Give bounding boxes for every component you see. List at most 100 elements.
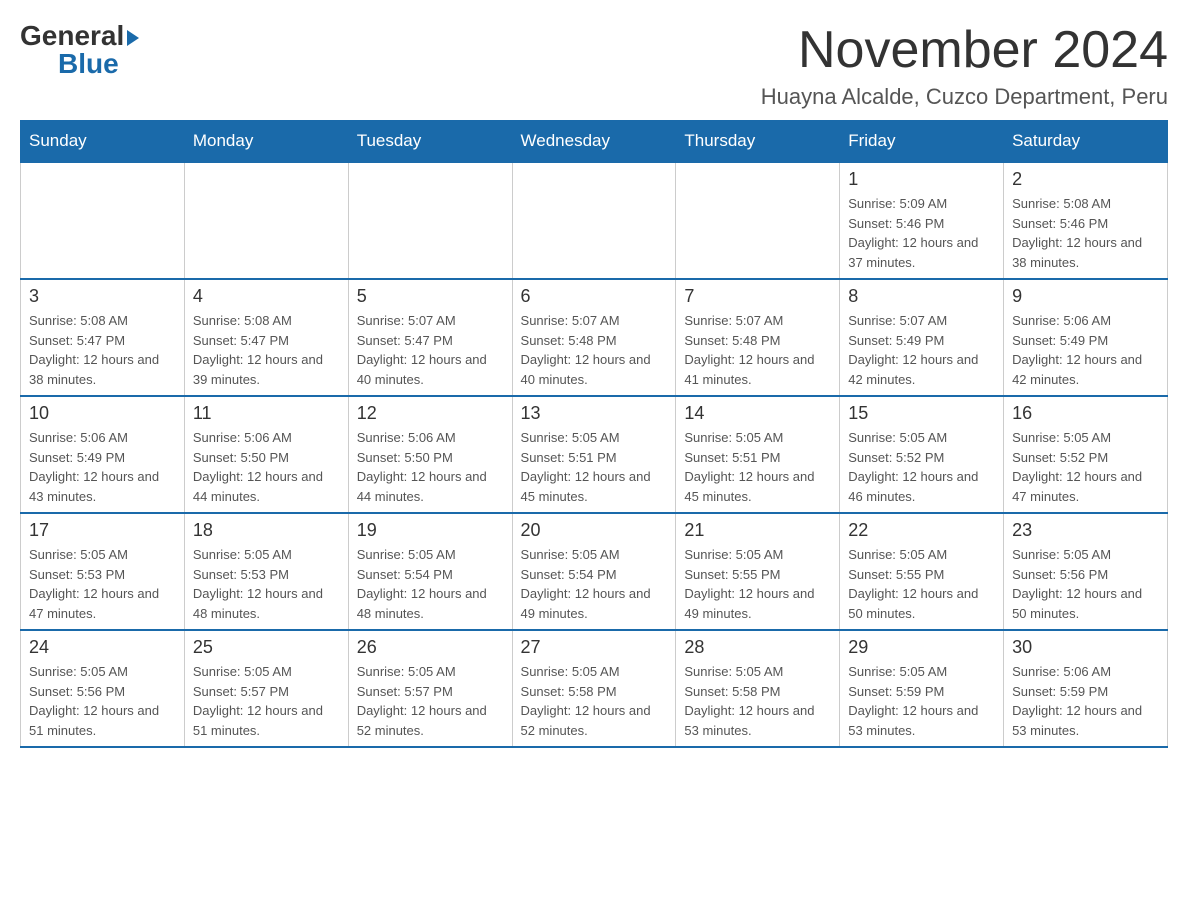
day-info: Sunrise: 5:07 AM Sunset: 5:49 PM Dayligh… (848, 311, 995, 389)
calendar-header-sunday: Sunday (21, 121, 185, 163)
day-info: Sunrise: 5:05 AM Sunset: 5:57 PM Dayligh… (357, 662, 504, 740)
day-info: Sunrise: 5:06 AM Sunset: 5:50 PM Dayligh… (357, 428, 504, 506)
day-info: Sunrise: 5:05 AM Sunset: 5:52 PM Dayligh… (1012, 428, 1159, 506)
page-header: General Blue November 2024 Huayna Alcald… (20, 20, 1168, 110)
logo: General Blue (20, 20, 139, 80)
calendar-header-tuesday: Tuesday (348, 121, 512, 163)
day-info: Sunrise: 5:07 AM Sunset: 5:47 PM Dayligh… (357, 311, 504, 389)
day-number: 23 (1012, 520, 1159, 541)
day-number: 17 (29, 520, 176, 541)
calendar-cell (184, 162, 348, 279)
calendar-cell: 22 Sunrise: 5:05 AM Sunset: 5:55 PM Dayli… (840, 513, 1004, 630)
calendar-cell: 8Sunrise: 5:07 AM Sunset: 5:49 PM Daylig… (840, 279, 1004, 396)
calendar-cell: 3 Sunrise: 5:08 AM Sunset: 5:47 PM Daylig… (21, 279, 185, 396)
day-info: Sunrise: 5:08 AM Sunset: 5:47 PM Dayligh… (193, 311, 340, 389)
day-number: 30 (1012, 637, 1159, 658)
day-info: Sunrise: 5:05 AM Sunset: 5:52 PM Dayligh… (848, 428, 995, 506)
calendar-cell (348, 162, 512, 279)
day-info: Sunrise: 5:05 AM Sunset: 5:54 PM Dayligh… (521, 545, 668, 623)
calendar-cell: 20 Sunrise: 5:05 AM Sunset: 5:54 PM Dayli… (512, 513, 676, 630)
calendar-table: SundayMondayTuesdayWednesdayThursdayFrid… (20, 120, 1168, 748)
day-info: Sunrise: 5:06 AM Sunset: 5:49 PM Dayligh… (1012, 311, 1159, 389)
day-info: Sunrise: 5:08 AM Sunset: 5:46 PM Dayligh… (1012, 194, 1159, 272)
logo-triangle-icon (127, 30, 139, 46)
day-number: 29 (848, 637, 995, 658)
calendar-cell: 4 Sunrise: 5:08 AM Sunset: 5:47 PM Daylig… (184, 279, 348, 396)
day-number: 21 (684, 520, 831, 541)
calendar-header-thursday: Thursday (676, 121, 840, 163)
day-number: 11 (193, 403, 340, 424)
day-info: Sunrise: 5:05 AM Sunset: 5:55 PM Dayligh… (684, 545, 831, 623)
day-info: Sunrise: 5:05 AM Sunset: 5:53 PM Dayligh… (193, 545, 340, 623)
day-number: 12 (357, 403, 504, 424)
calendar-cell: 6 Sunrise: 5:07 AM Sunset: 5:48 PM Daylig… (512, 279, 676, 396)
calendar-cell: 5 Sunrise: 5:07 AM Sunset: 5:47 PM Daylig… (348, 279, 512, 396)
calendar-header-friday: Friday (840, 121, 1004, 163)
day-number: 26 (357, 637, 504, 658)
location-title: Huayna Alcalde, Cuzco Department, Peru (761, 84, 1168, 110)
logo-blue-text: Blue (58, 48, 139, 80)
calendar-cell: 26 Sunrise: 5:05 AM Sunset: 5:57 PM Dayli… (348, 630, 512, 747)
day-number: 25 (193, 637, 340, 658)
day-info: Sunrise: 5:06 AM Sunset: 5:50 PM Dayligh… (193, 428, 340, 506)
day-number: 28 (684, 637, 831, 658)
calendar-cell: 18 Sunrise: 5:05 AM Sunset: 5:53 PM Dayli… (184, 513, 348, 630)
day-number: 2 (1012, 169, 1159, 190)
day-info: Sunrise: 5:05 AM Sunset: 5:51 PM Dayligh… (684, 428, 831, 506)
day-number: 7 (684, 286, 831, 307)
day-info: Sunrise: 5:05 AM Sunset: 5:57 PM Dayligh… (193, 662, 340, 740)
calendar-cell: 16 Sunrise: 5:05 AM Sunset: 5:52 PM Dayli… (1004, 396, 1168, 513)
calendar-cell: 23 Sunrise: 5:05 AM Sunset: 5:56 PM Dayli… (1004, 513, 1168, 630)
calendar-week-row: 1Sunrise: 5:09 AM Sunset: 5:46 PM Daylig… (21, 162, 1168, 279)
calendar-week-row: 10 Sunrise: 5:06 AM Sunset: 5:49 PM Dayli… (21, 396, 1168, 513)
calendar-cell: 21 Sunrise: 5:05 AM Sunset: 5:55 PM Dayli… (676, 513, 840, 630)
calendar-cell: 11 Sunrise: 5:06 AM Sunset: 5:50 PM Dayli… (184, 396, 348, 513)
day-info: Sunrise: 5:05 AM Sunset: 5:58 PM Dayligh… (684, 662, 831, 740)
day-info: Sunrise: 5:06 AM Sunset: 5:49 PM Dayligh… (29, 428, 176, 506)
day-info: Sunrise: 5:07 AM Sunset: 5:48 PM Dayligh… (684, 311, 831, 389)
day-info: Sunrise: 5:08 AM Sunset: 5:47 PM Dayligh… (29, 311, 176, 389)
calendar-week-row: 17 Sunrise: 5:05 AM Sunset: 5:53 PM Dayli… (21, 513, 1168, 630)
day-info: Sunrise: 5:05 AM Sunset: 5:55 PM Dayligh… (848, 545, 995, 623)
calendar-cell: 29Sunrise: 5:05 AM Sunset: 5:59 PM Dayli… (840, 630, 1004, 747)
calendar-cell: 19 Sunrise: 5:05 AM Sunset: 5:54 PM Dayli… (348, 513, 512, 630)
calendar-header-wednesday: Wednesday (512, 121, 676, 163)
day-number: 15 (848, 403, 995, 424)
day-number: 5 (357, 286, 504, 307)
calendar-header-saturday: Saturday (1004, 121, 1168, 163)
day-number: 4 (193, 286, 340, 307)
day-number: 20 (521, 520, 668, 541)
calendar-cell: 12 Sunrise: 5:06 AM Sunset: 5:50 PM Dayli… (348, 396, 512, 513)
day-info: Sunrise: 5:05 AM Sunset: 5:56 PM Dayligh… (29, 662, 176, 740)
day-number: 19 (357, 520, 504, 541)
calendar-cell: 10 Sunrise: 5:06 AM Sunset: 5:49 PM Dayli… (21, 396, 185, 513)
day-number: 22 (848, 520, 995, 541)
calendar-cell: 25 Sunrise: 5:05 AM Sunset: 5:57 PM Dayli… (184, 630, 348, 747)
day-number: 16 (1012, 403, 1159, 424)
calendar-week-row: 24 Sunrise: 5:05 AM Sunset: 5:56 PM Dayli… (21, 630, 1168, 747)
day-info: Sunrise: 5:05 AM Sunset: 5:54 PM Dayligh… (357, 545, 504, 623)
calendar-cell: 17Sunrise: 5:05 AM Sunset: 5:53 PM Dayli… (21, 513, 185, 630)
month-title: November 2024 (761, 20, 1168, 80)
day-info: Sunrise: 5:09 AM Sunset: 5:46 PM Dayligh… (848, 194, 995, 272)
day-info: Sunrise: 5:07 AM Sunset: 5:48 PM Dayligh… (521, 311, 668, 389)
calendar-cell: 24 Sunrise: 5:05 AM Sunset: 5:56 PM Dayli… (21, 630, 185, 747)
calendar-cell (21, 162, 185, 279)
calendar-cell (512, 162, 676, 279)
title-block: November 2024 Huayna Alcalde, Cuzco Depa… (761, 20, 1168, 110)
calendar-cell: 13Sunrise: 5:05 AM Sunset: 5:51 PM Dayli… (512, 396, 676, 513)
day-info: Sunrise: 5:05 AM Sunset: 5:56 PM Dayligh… (1012, 545, 1159, 623)
calendar-week-row: 3 Sunrise: 5:08 AM Sunset: 5:47 PM Daylig… (21, 279, 1168, 396)
day-number: 6 (521, 286, 668, 307)
day-number: 18 (193, 520, 340, 541)
calendar-cell: 28 Sunrise: 5:05 AM Sunset: 5:58 PM Dayli… (676, 630, 840, 747)
day-number: 24 (29, 637, 176, 658)
day-number: 10 (29, 403, 176, 424)
calendar-cell (676, 162, 840, 279)
day-info: Sunrise: 5:06 AM Sunset: 5:59 PM Dayligh… (1012, 662, 1159, 740)
calendar-cell: 14Sunrise: 5:05 AM Sunset: 5:51 PM Dayli… (676, 396, 840, 513)
day-number: 3 (29, 286, 176, 307)
calendar-cell: 2 Sunrise: 5:08 AM Sunset: 5:46 PM Daylig… (1004, 162, 1168, 279)
calendar-header-monday: Monday (184, 121, 348, 163)
day-info: Sunrise: 5:05 AM Sunset: 5:51 PM Dayligh… (521, 428, 668, 506)
